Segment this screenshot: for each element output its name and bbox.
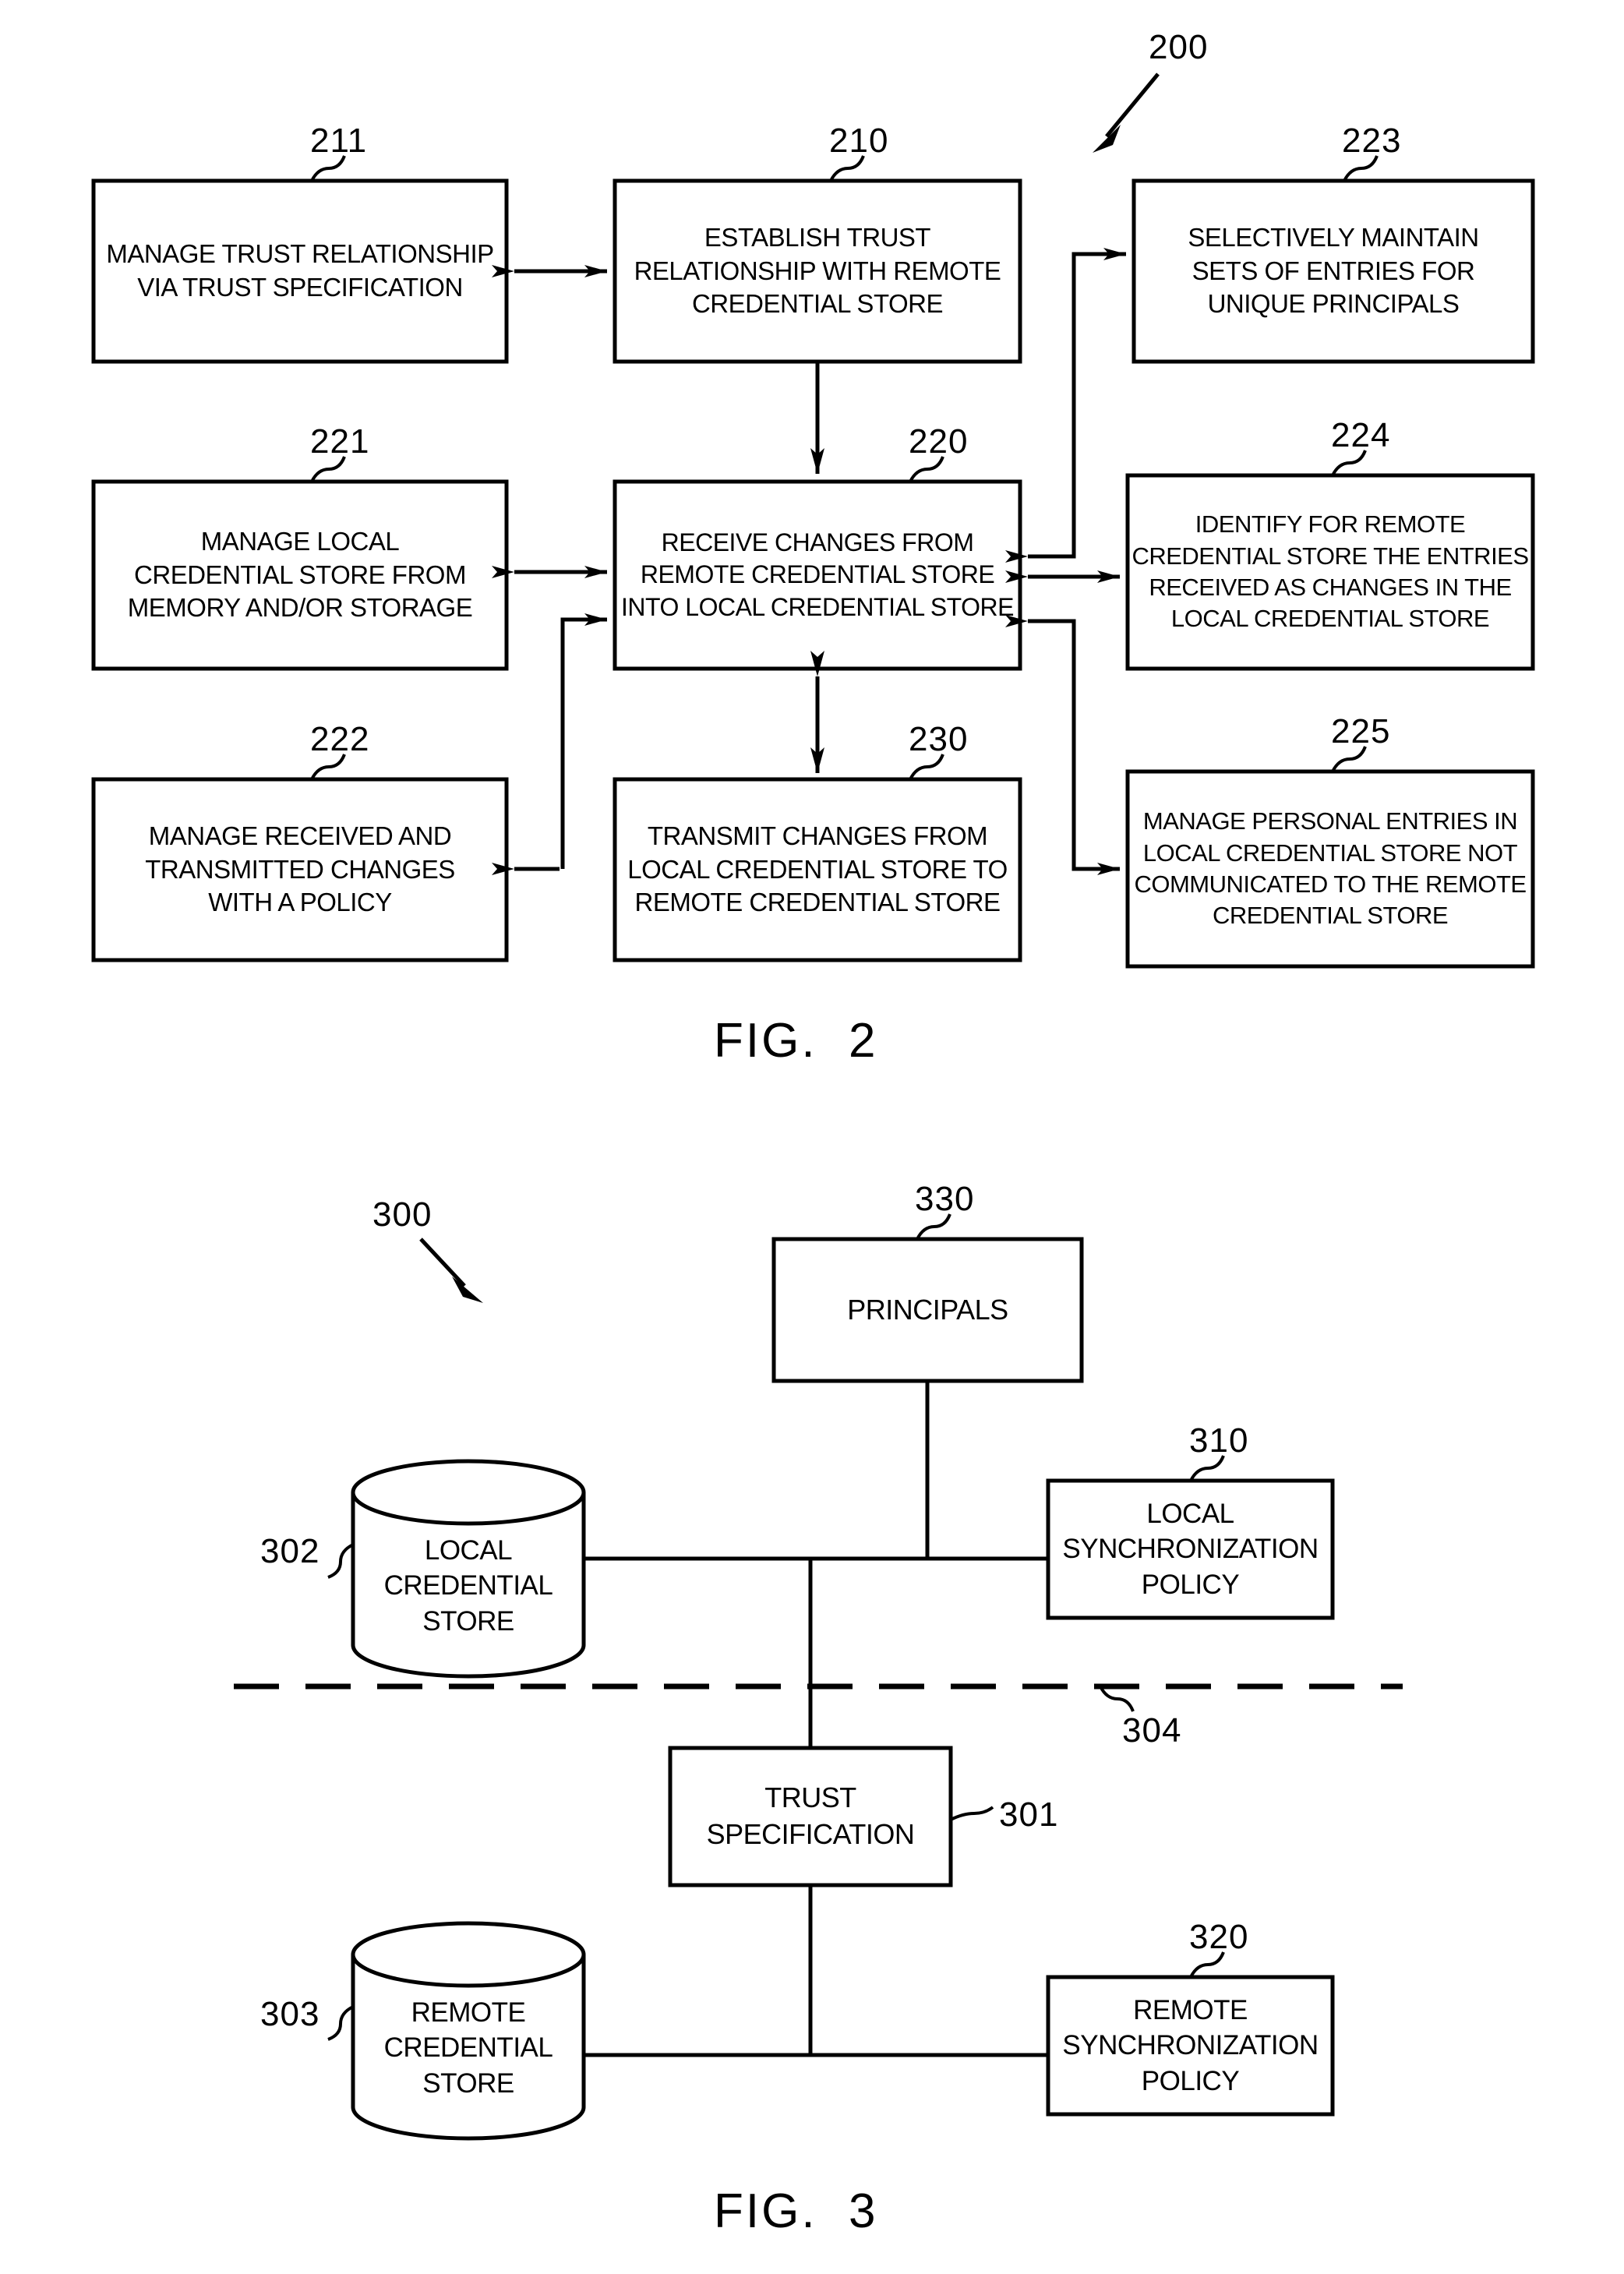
ref-num-302: 302 (260, 1532, 320, 1570)
box-223-label: SELECTIVELY MAINTAIN SETS OF ENTRIES FOR… (1134, 181, 1533, 362)
box-320-line3: POLICY (1141, 2065, 1240, 2096)
box-225-line1: MANAGE PERSONAL ENTRIES IN (1142, 807, 1518, 835)
box-301-line2: SPECIFICATION (706, 1818, 915, 1850)
box-220-line2: REMOTE CREDENTIAL STORE (640, 560, 995, 589)
box-320-label: REMOTE SYNCHRONIZATION POLICY (1048, 1977, 1333, 2114)
box-320-line1: REMOTE (1133, 1994, 1248, 2025)
box-224-line4: LOCAL CREDENTIAL STORE (1170, 605, 1490, 633)
conn-222-220 (560, 613, 607, 869)
box-221-line3: MEMORY AND/OR STORAGE (127, 593, 473, 623)
box-223-line1: SELECTIVELY MAINTAIN (1188, 222, 1479, 252)
box-230-label: TRANSMIT CHANGES FROM LOCAL CREDENTIAL S… (615, 779, 1020, 960)
ref-num-320: 320 (1189, 1918, 1249, 1956)
box-230-line1: TRANSMIT CHANGES FROM (647, 821, 988, 850)
box-310-line1: LOCAL (1146, 1498, 1234, 1529)
box-225-line2: LOCAL CREDENTIAL STORE NOT (1142, 839, 1518, 867)
box-230-line3: REMOTE CREDENTIAL STORE (634, 888, 1001, 917)
box-310-line3: POLICY (1141, 1569, 1240, 1600)
box-224-line3: RECEIVED AS CHANGES IN THE (1149, 574, 1512, 601)
ref-num-222: 222 (310, 720, 370, 758)
box-221-line1: MANAGE LOCAL (200, 526, 400, 556)
box-211-label: MANAGE TRUST RELATIONSHIP VIA TRUST SPEC… (94, 181, 507, 362)
box-225-line3: COMMUNICATED TO THE REMOTE (1134, 870, 1527, 898)
leader-302 (327, 1543, 354, 1579)
box-224-label: IDENTIFY FOR REMOTE CREDENTIAL STORE THE… (1128, 475, 1533, 669)
cylinder-303-line3: STORE (422, 2067, 514, 2099)
ref-num-230: 230 (909, 720, 969, 758)
ref-num-303: 303 (260, 1995, 320, 2033)
box-221-line2: CREDENTIAL STORE FROM (134, 560, 466, 589)
cylinder-302-line3: STORE (422, 1605, 514, 1637)
box-225-label: MANAGE PERSONAL ENTRIES IN LOCAL CREDENT… (1128, 772, 1533, 966)
ref-num-225: 225 (1331, 712, 1391, 750)
pointer-300-head (452, 1276, 483, 1303)
ref-num-224: 224 (1331, 416, 1391, 454)
box-210-line1: ESTABLISH TRUST (704, 222, 931, 252)
box-330-label: PRINCIPALS (774, 1239, 1082, 1381)
figure-3-caption: FIG. 3 (714, 2184, 878, 2238)
cylinder-302-label: LOCAL CREDENTIAL STORE (353, 1512, 584, 1660)
ref-num-220: 220 (909, 422, 969, 461)
box-310-line2: SYNCHRONIZATION (1062, 1534, 1319, 1565)
box-210-label: ESTABLISH TRUST RELATIONSHIP WITH REMOTE… (615, 181, 1020, 362)
ref-num-304: 304 (1122, 1711, 1182, 1750)
box-330-line1: PRINCIPALS (847, 1293, 1008, 1326)
box-222-line1: MANAGE RECEIVED AND (148, 821, 452, 850)
ref-num-221: 221 (310, 422, 370, 461)
box-223-line2: SETS OF ENTRIES FOR (1192, 256, 1475, 285)
pointer-300 (419, 1238, 466, 1287)
cylinder-303-line2: CREDENTIAL (383, 2032, 553, 2064)
box-211-line1: MANAGE TRUST RELATIONSHIP (106, 239, 494, 269)
box-225-line4: CREDENTIAL STORE (1212, 902, 1449, 930)
patent-drawing-sheet: MANAGE TRUST RELATIONSHIP VIA TRUST SPEC… (0, 0, 1624, 2274)
cylinder-303-line1: REMOTE (411, 1997, 526, 2028)
pointer-200-head (1093, 125, 1121, 153)
cylinder-302-line2: CREDENTIAL (383, 1570, 553, 1601)
cylinder-302-line1: LOCAL (424, 1534, 513, 1566)
leader-301 (950, 1806, 994, 1821)
leader-303 (327, 2005, 354, 2041)
ref-num-301: 301 (999, 1796, 1059, 1834)
ref-num-210: 210 (829, 122, 889, 160)
box-223-line3: UNIQUE PRINCIPALS (1207, 289, 1460, 319)
cylinder-303-label: REMOTE CREDENTIAL STORE (353, 1974, 584, 2122)
ref-num-300: 300 (372, 1195, 432, 1234)
box-211-line2: VIA TRUST SPECIFICATION (137, 273, 463, 302)
box-301-label: TRUST SPECIFICATION (670, 1748, 951, 1885)
box-222-label: MANAGE RECEIVED AND TRANSMITTED CHANGES … (94, 779, 507, 960)
conn-220-223 (1028, 248, 1126, 559)
box-222-line3: WITH A POLICY (208, 888, 392, 917)
box-220-label: RECEIVE CHANGES FROM REMOTE CREDENTIAL S… (615, 482, 1020, 669)
box-210-line2: RELATIONSHIP WITH REMOTE (634, 256, 1001, 285)
box-224-line2: CREDENTIAL STORE THE ENTRIES (1132, 542, 1529, 570)
box-230-line2: LOCAL CREDENTIAL STORE TO (627, 854, 1008, 884)
figure-2-caption: FIG. 2 (714, 1014, 878, 1068)
conn-220-225 (1028, 619, 1120, 875)
box-220-line1: RECEIVE CHANGES FROM (661, 528, 974, 556)
ref-num-223: 223 (1342, 122, 1402, 160)
box-221-label: MANAGE LOCAL CREDENTIAL STORE FROM MEMOR… (94, 482, 507, 669)
box-224-line1: IDENTIFY FOR REMOTE (1195, 510, 1466, 538)
box-320-line2: SYNCHRONIZATION (1062, 2030, 1319, 2061)
ref-num-310: 310 (1189, 1421, 1249, 1460)
pointer-200 (1105, 72, 1160, 138)
ref-num-330: 330 (915, 1180, 975, 1218)
box-222-line2: TRANSMITTED CHANGES (145, 854, 455, 884)
ref-num-211: 211 (310, 122, 368, 160)
box-310-label: LOCAL SYNCHRONIZATION POLICY (1048, 1481, 1333, 1618)
ref-num-200: 200 (1149, 28, 1209, 66)
box-220-line3: INTO LOCAL CREDENTIAL STORE (621, 592, 1014, 621)
box-210-line3: CREDENTIAL STORE (691, 289, 944, 319)
box-301-line1: TRUST (764, 1781, 856, 1814)
